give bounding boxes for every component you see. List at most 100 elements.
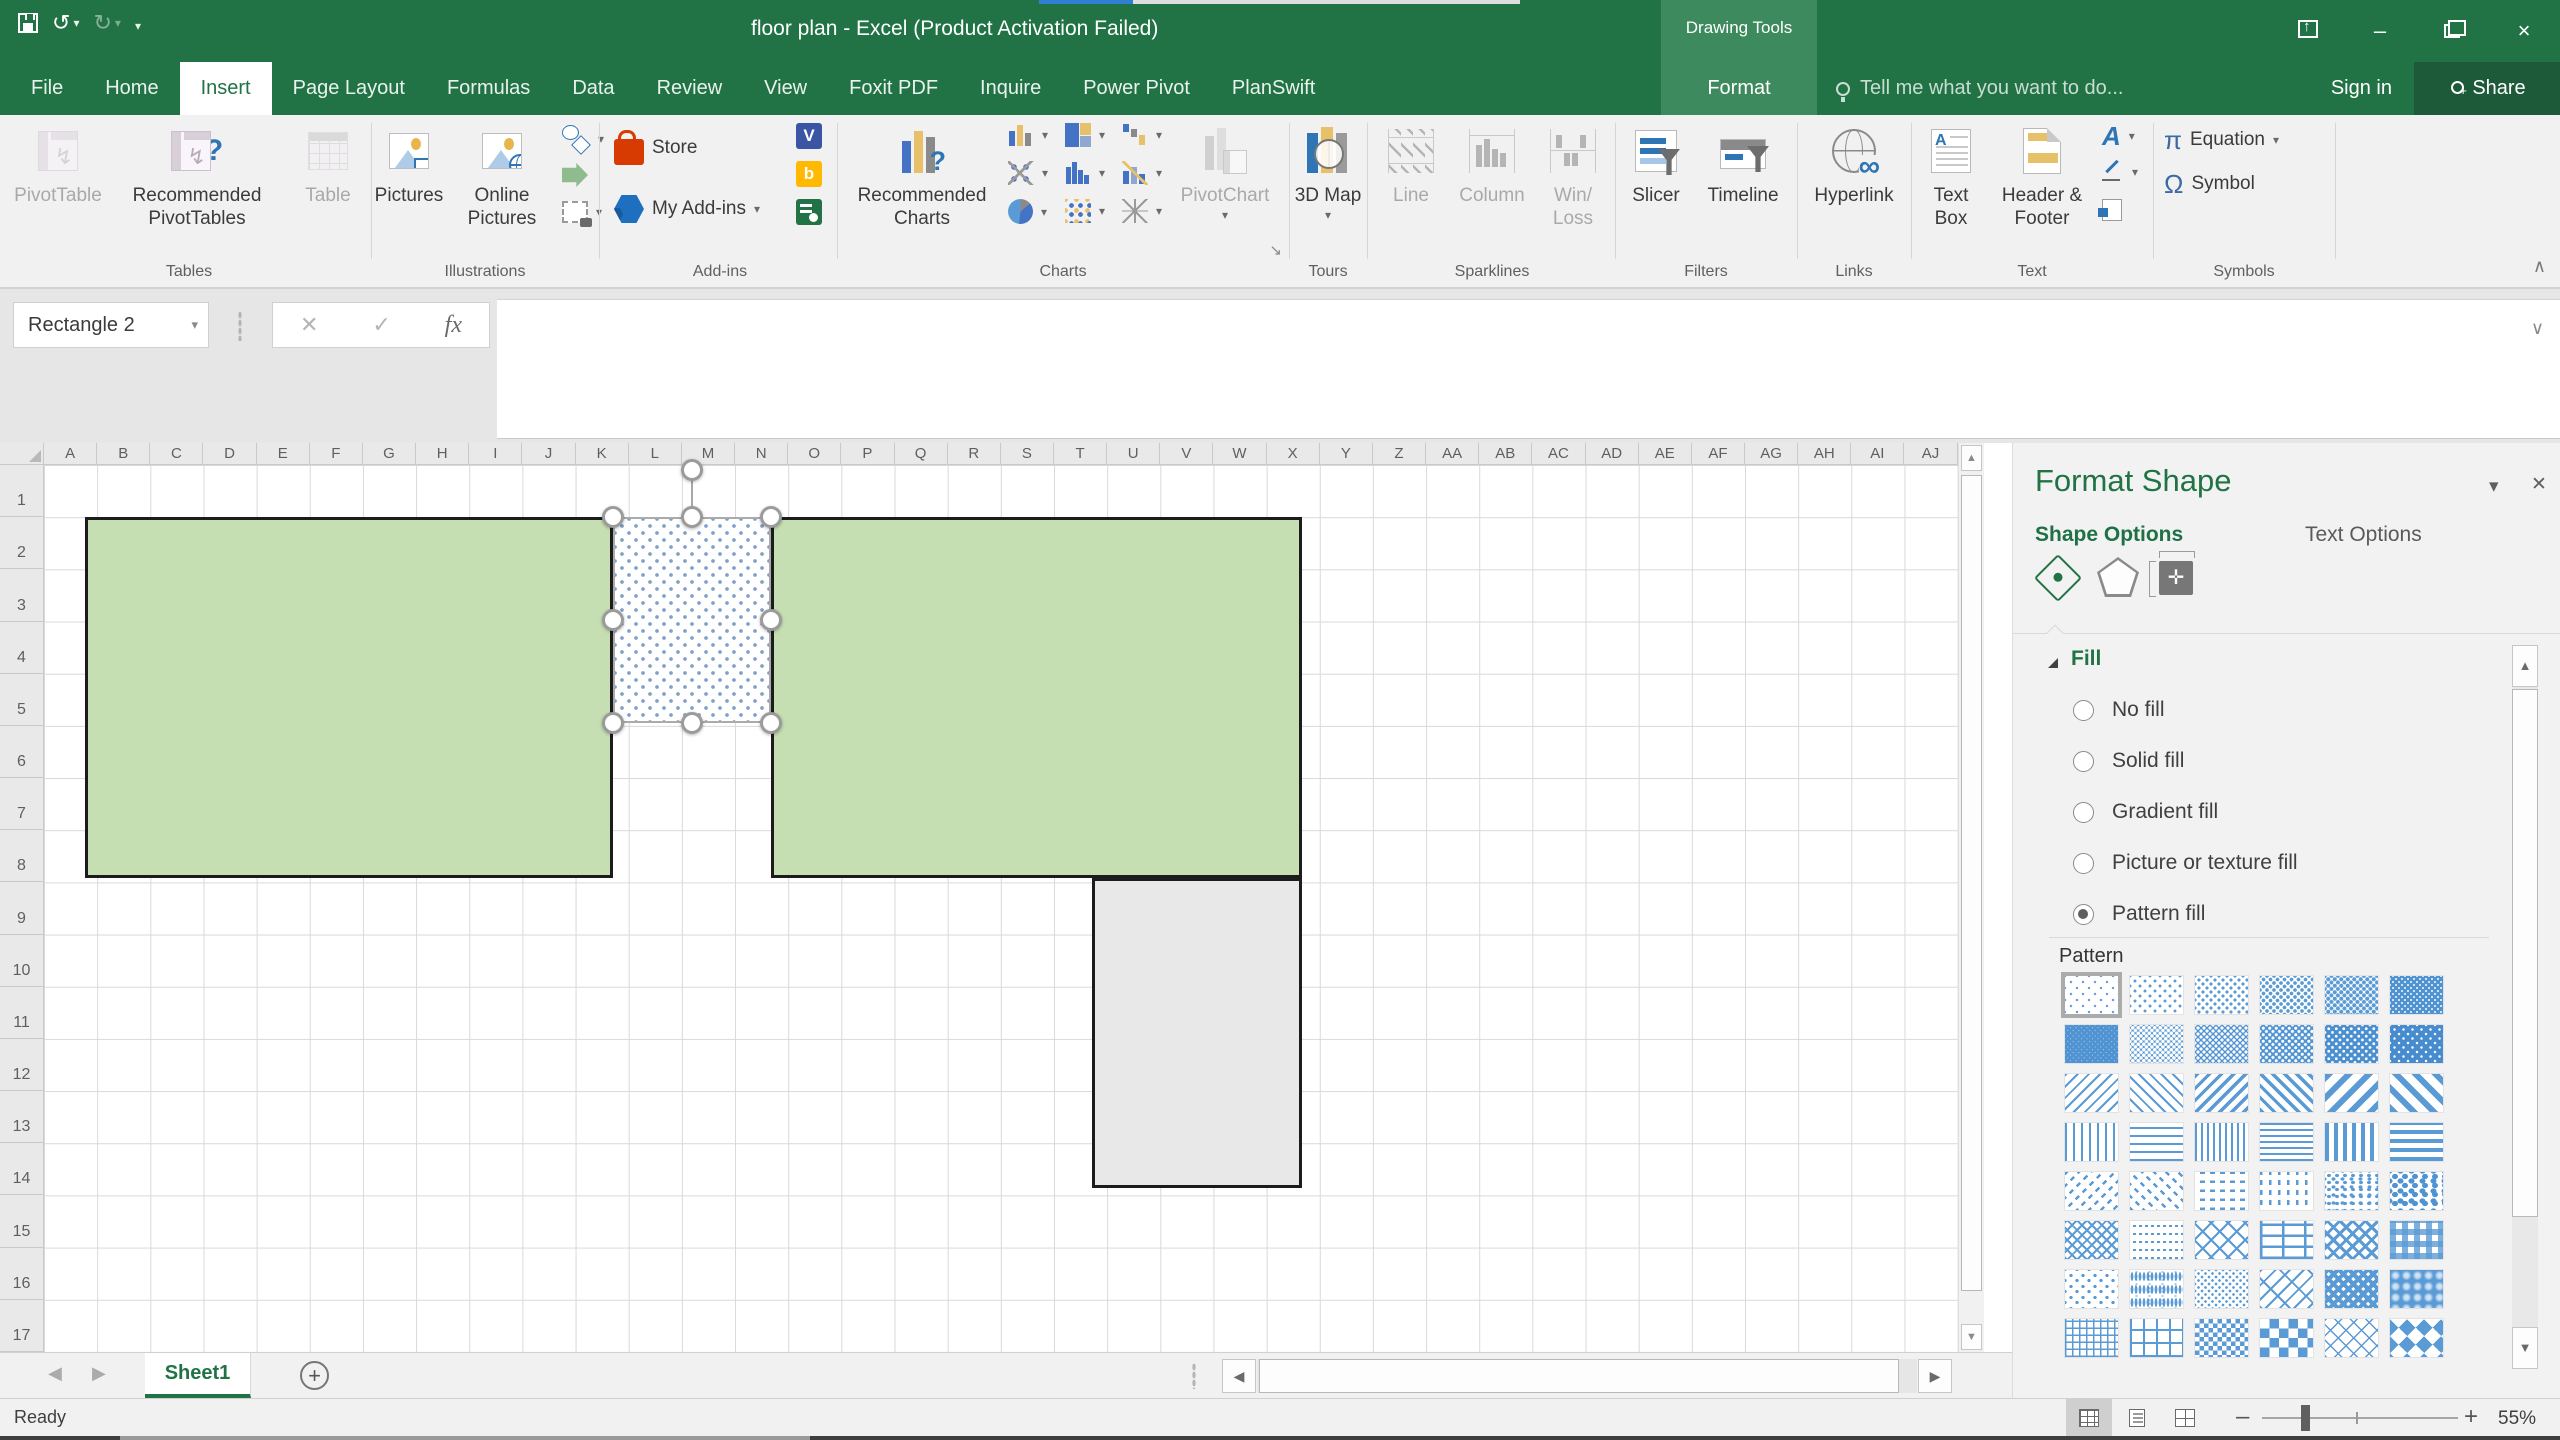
tab-home[interactable]: Home: [84, 62, 179, 115]
column-header-X[interactable]: X: [1266, 443, 1320, 465]
pattern-swatch-light-upward-diagonal[interactable]: [2129, 1073, 2184, 1113]
pattern-swatch-narrow-horizontal[interactable]: [2259, 1122, 2314, 1162]
pattern-swatch-dark-horizontal[interactable]: [2389, 1122, 2444, 1162]
column-header-K[interactable]: K: [575, 443, 629, 465]
page-layout-view-button[interactable]: [2114, 1399, 2160, 1436]
page-break-view-button[interactable]: [2162, 1399, 2208, 1436]
pattern-swatch-dashed-upward-diagonal[interactable]: [2129, 1171, 2184, 1211]
equation-button[interactable]: π Equation ▾: [2164, 127, 2279, 153]
size-properties-icon[interactable]: ✛: [2149, 551, 2195, 597]
pattern-swatch-dark-downward-diagonal[interactable]: [2194, 1073, 2249, 1113]
recommended-charts-button[interactable]: Recommended Charts: [842, 123, 1002, 231]
column-header-AG[interactable]: AG: [1745, 443, 1799, 465]
insert-function-button[interactable]: fx: [445, 312, 462, 339]
column-header-I[interactable]: I: [469, 443, 523, 465]
my-addins-button[interactable]: My Add-ins ▾: [614, 195, 760, 223]
pattern-swatch-dashed-downward-diagonal[interactable]: [2064, 1171, 2119, 1211]
column-header-A[interactable]: A: [44, 443, 98, 465]
signature-line-button[interactable]: ▾: [2102, 161, 2138, 183]
fill-option-solid-fill[interactable]: Solid fill: [2073, 744, 2184, 778]
sheet-nav-left-icon[interactable]: ◀: [48, 1363, 62, 1384]
hyperlink-button[interactable]: Hyperlink: [1804, 123, 1904, 208]
tab-inquire[interactable]: Inquire: [959, 62, 1062, 115]
resize-handle-middle-left[interactable]: [602, 609, 624, 631]
pattern-swatch-30%[interactable]: [2324, 975, 2379, 1015]
floor-plan-room-bottom[interactable]: [1092, 878, 1302, 1188]
select-all-corner[interactable]: [0, 443, 44, 465]
smartart-button[interactable]: [562, 163, 588, 187]
close-button[interactable]: ×: [2488, 18, 2560, 44]
name-box-dropdown-icon[interactable]: ▾: [191, 317, 198, 333]
resize-handle-top-right[interactable]: [760, 506, 782, 528]
row-header-2[interactable]: 2: [0, 517, 44, 570]
pattern-swatch-80%[interactable]: [2324, 1024, 2379, 1064]
visio-data-visualizer-button[interactable]: V: [796, 123, 822, 149]
rotation-handle[interactable]: [681, 459, 703, 481]
pattern-swatch-weave[interactable]: [2324, 1220, 2379, 1260]
fill-option-pattern-fill[interactable]: Pattern fill: [2073, 897, 2205, 931]
row-header-13[interactable]: 13: [0, 1091, 44, 1144]
insert-scatter-chart-button[interactable]: ▾: [1065, 199, 1105, 223]
resize-handle-top-center[interactable]: [681, 506, 703, 528]
minimize-button[interactable]: –: [2344, 18, 2416, 44]
column-header-AF[interactable]: AF: [1691, 443, 1745, 465]
row-header-6[interactable]: 6: [0, 725, 44, 779]
column-header-AH[interactable]: AH: [1798, 443, 1852, 465]
shapes-button[interactable]: ▾: [562, 125, 604, 153]
share-button[interactable]: Share: [2414, 62, 2560, 115]
pattern-swatch-90%[interactable]: [2389, 1024, 2444, 1064]
pattern-swatch-dotted-diamond[interactable]: [2194, 1269, 2249, 1309]
customize-qat-button[interactable]: ▾: [135, 12, 141, 34]
pictures-button[interactable]: Pictures: [374, 123, 444, 208]
pattern-swatch-light-downward-diagonal[interactable]: [2064, 1073, 2119, 1113]
insert-combo-chart-button[interactable]: ▾: [1122, 161, 1162, 185]
resize-handle-top-left[interactable]: [602, 506, 624, 528]
pattern-swatch-light-vertical[interactable]: [2064, 1122, 2119, 1162]
pattern-swatch-dotted-grid[interactable]: [2129, 1269, 2184, 1309]
column-header-B[interactable]: B: [97, 443, 151, 465]
sparkline-column-button[interactable]: Column: [1454, 123, 1530, 208]
symbol-button[interactable]: Ω Symbol: [2164, 171, 2255, 197]
pivotchart-button[interactable]: PivotChart ▾: [1166, 123, 1284, 222]
zoom-slider-thumb[interactable]: [2301, 1405, 2310, 1431]
column-header-G[interactable]: G: [362, 443, 417, 465]
pattern-swatch-large-checker-board[interactable]: [2259, 1318, 2314, 1358]
fill-section-header[interactable]: Fill: [2071, 647, 2101, 671]
pivottable-button[interactable]: PivotTable: [10, 123, 106, 208]
tab-shape-options[interactable]: Shape Options: [2035, 523, 2183, 547]
insert-radar-chart-button[interactable]: ▾: [1122, 199, 1162, 223]
tab-file[interactable]: File: [10, 62, 84, 115]
pattern-swatch-large-confetti[interactable]: [2389, 1171, 2444, 1211]
sparkline-line-button[interactable]: Line: [1376, 123, 1446, 208]
pattern-swatch-solid-diamond[interactable]: [2389, 1318, 2444, 1358]
floor-plan-room-right[interactable]: [771, 517, 1302, 878]
pattern-swatch-5%[interactable]: [2061, 972, 2122, 1018]
pattern-swatch-dark-vertical[interactable]: [2324, 1122, 2379, 1162]
row-header-10[interactable]: 10: [0, 934, 44, 987]
pattern-swatch-25%[interactable]: [2259, 975, 2314, 1015]
screenshot-button[interactable]: ▾: [562, 201, 602, 227]
column-header-P[interactable]: P: [841, 443, 895, 465]
name-box[interactable]: Rectangle 2 ▾: [13, 302, 209, 348]
recommended-pivottables-button[interactable]: ? Recommended PivotTables: [108, 123, 286, 231]
pattern-swatch-dashed-vertical[interactable]: [2259, 1171, 2314, 1211]
column-header-AJ[interactable]: AJ: [1904, 443, 1958, 465]
pattern-swatch-narrow-vertical[interactable]: [2194, 1122, 2249, 1162]
zoom-slider-track[interactable]: [2262, 1417, 2458, 1419]
row-header-16[interactable]: 16: [0, 1247, 44, 1300]
tab-planswift[interactable]: PlanSwift: [1211, 62, 1336, 115]
zoom-out-button[interactable]: –: [2236, 1405, 2249, 1429]
pattern-swatch-divot[interactable]: [2064, 1269, 2119, 1309]
tab-scroll-splitter[interactable]: [1192, 1363, 1196, 1389]
enter-button[interactable]: ✓: [372, 312, 390, 338]
redo-button[interactable]: ↻ ▾: [93, 12, 120, 34]
bing-maps-button[interactable]: b: [796, 161, 822, 187]
panel-scroll-up-button[interactable]: ▲: [2512, 645, 2538, 687]
column-header-S[interactable]: S: [1000, 443, 1054, 465]
vertical-scrollbar[interactable]: ▲ ▼: [1958, 443, 1984, 1352]
column-header-Q[interactable]: Q: [894, 443, 948, 465]
column-header-H[interactable]: H: [416, 443, 470, 465]
pattern-swatch-dark-upward-diagonal[interactable]: [2259, 1073, 2314, 1113]
pattern-swatch-dashed-horizontal[interactable]: [2194, 1171, 2249, 1211]
pattern-swatch-wide-downward-diagonal[interactable]: [2324, 1073, 2379, 1113]
